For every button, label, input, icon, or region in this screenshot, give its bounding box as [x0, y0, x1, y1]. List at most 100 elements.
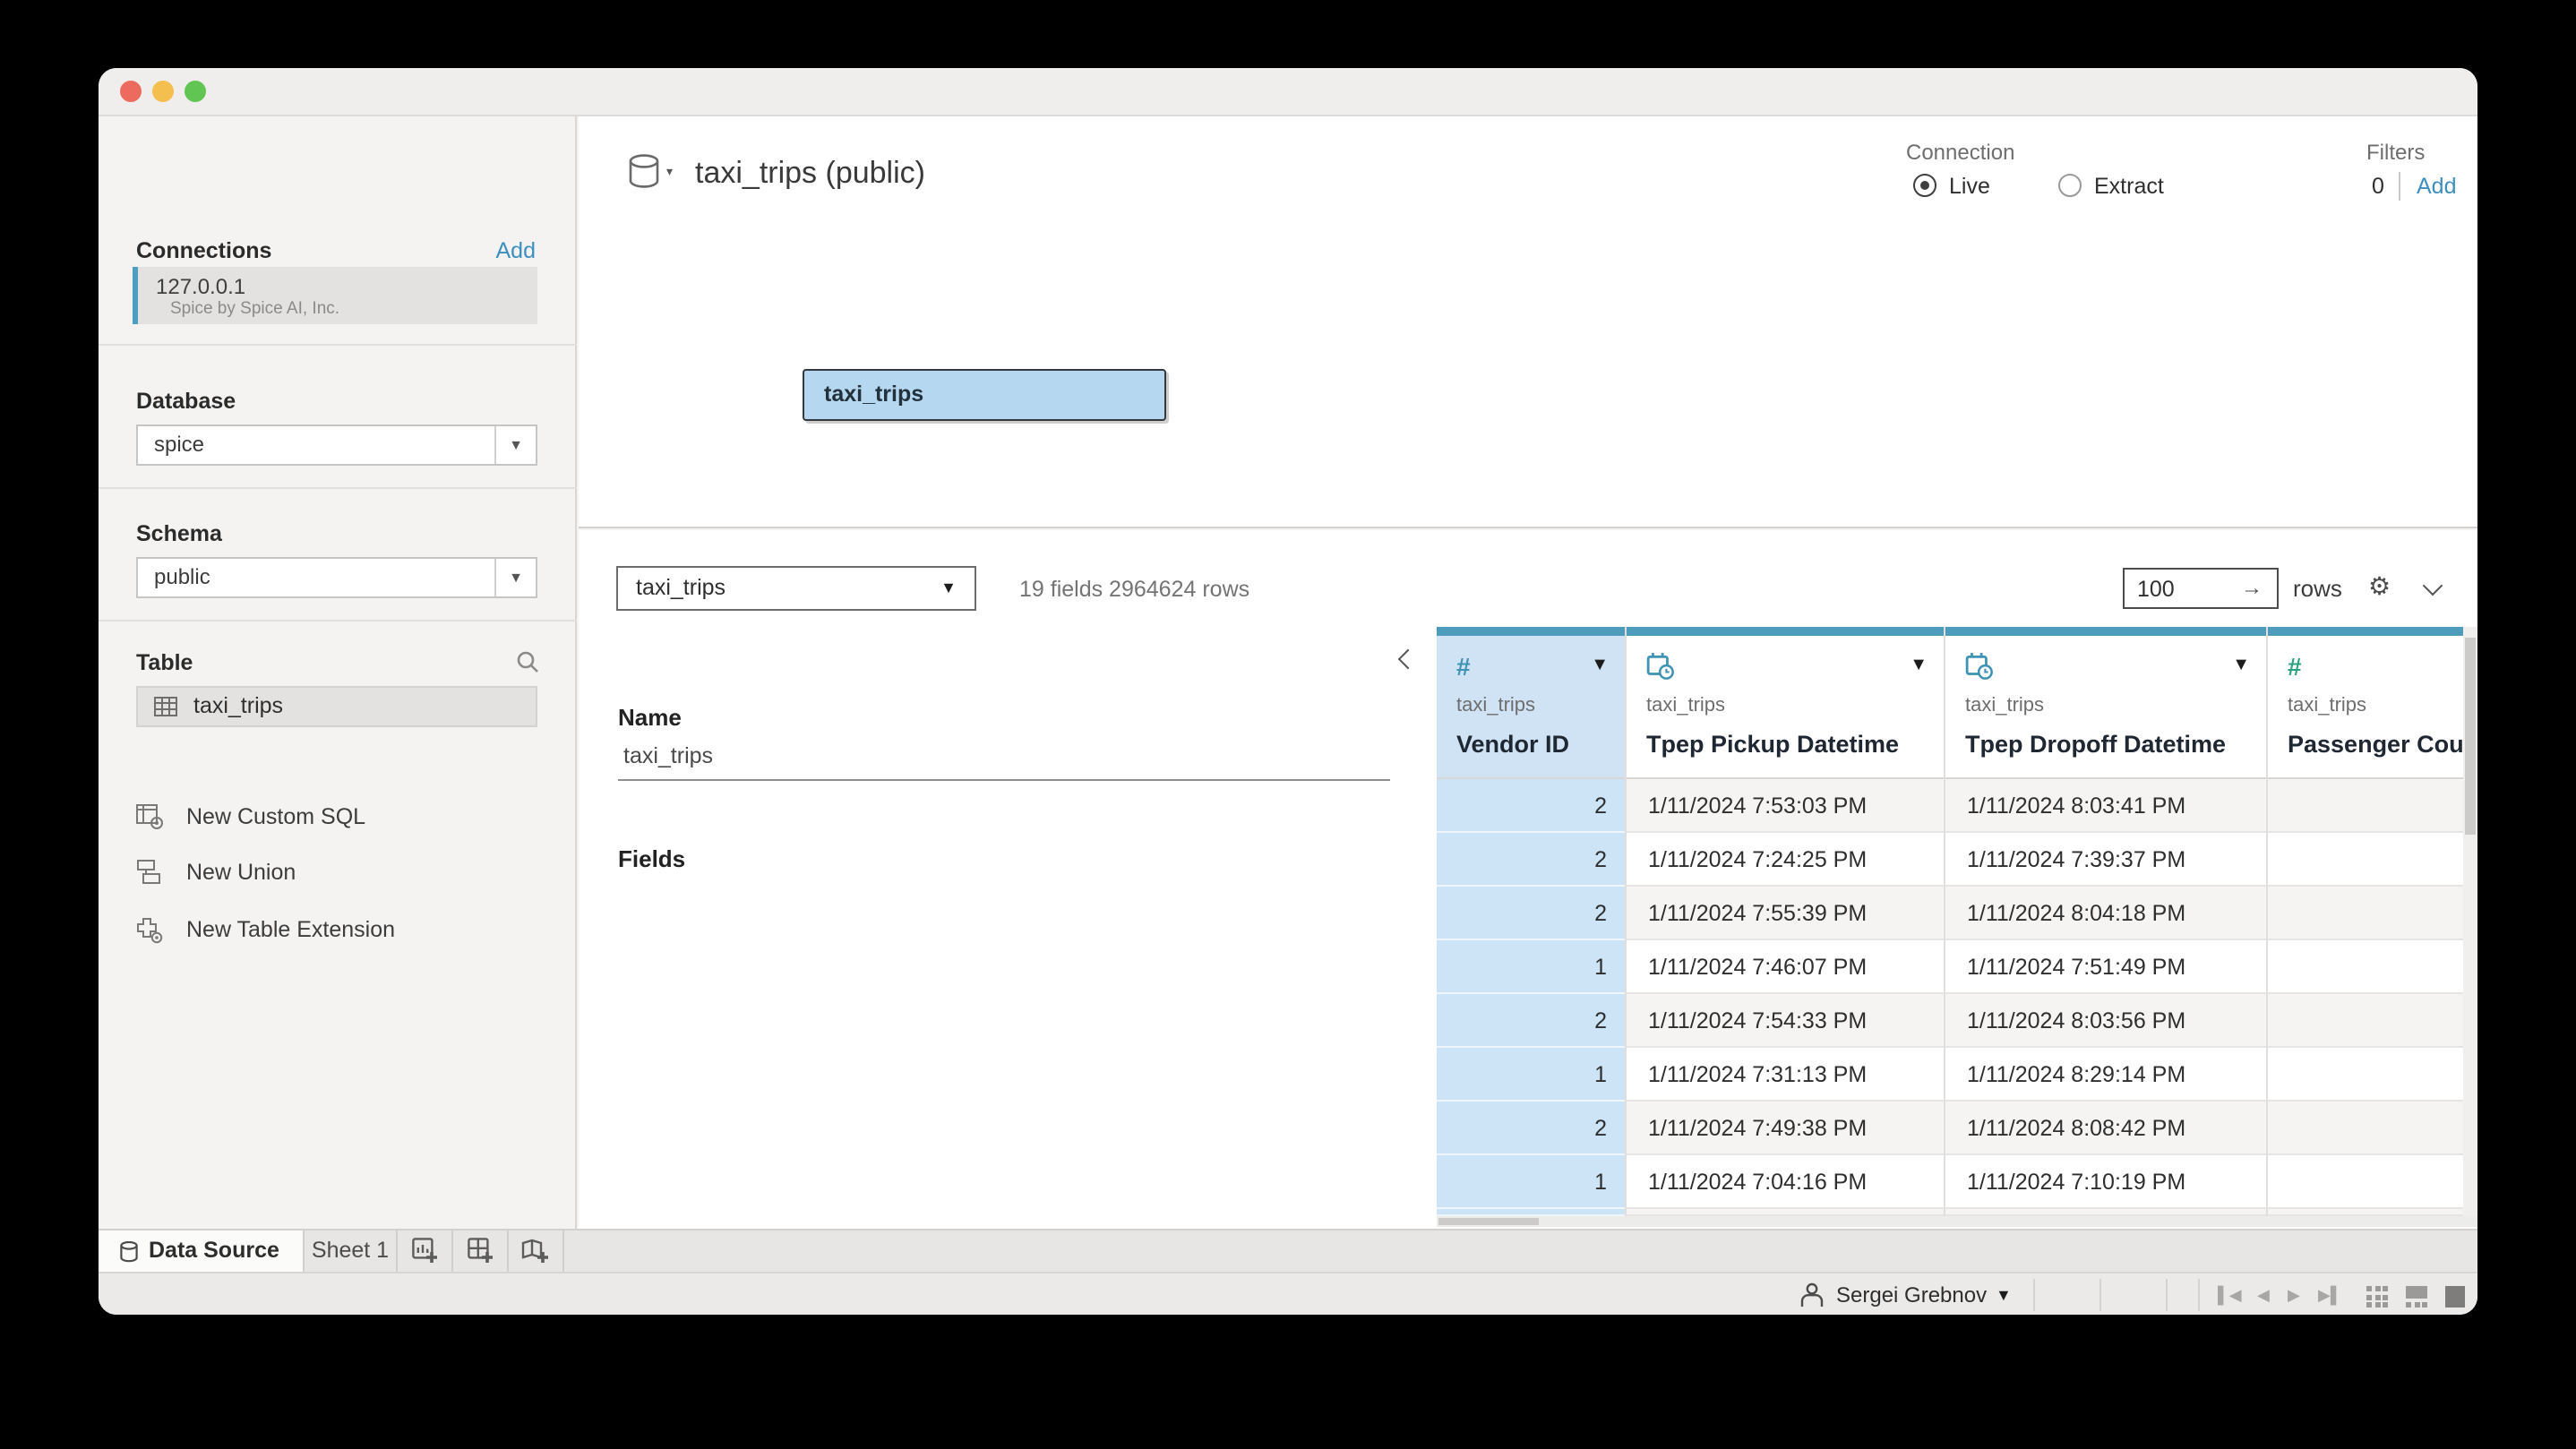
new-worksheet-button[interactable]: [398, 1230, 453, 1273]
grid-cell[interactable]: 1/11/2024 7:04:16 PM: [1627, 1155, 1944, 1209]
column-header[interactable]: ▼ taxi_trips Tpep Pickup Datetime: [1627, 636, 1944, 779]
collapse-preview-chevron-icon[interactable]: [2423, 576, 2443, 596]
collapse-metadata-chevron-icon[interactable]: [1398, 649, 1419, 670]
connection-label: Connection: [1906, 140, 2014, 165]
grid-cell[interactable]: 1: [1437, 1048, 1625, 1102]
column-name: Passenger Count: [2288, 731, 2477, 758]
grid-cell[interactable]: 2: [1437, 833, 1625, 887]
extract-radio[interactable]: [2058, 174, 2082, 197]
grid-cell[interactable]: [2268, 887, 2465, 940]
number-type-icon: #: [1456, 652, 1471, 681]
database-cylinder-icon[interactable]: [629, 154, 659, 188]
live-radio[interactable]: [1913, 174, 1936, 197]
number-type-icon: #: [2288, 652, 2302, 681]
caret-down-icon[interactable]: ▼: [2232, 656, 2250, 675]
grid-cell[interactable]: 2: [1437, 994, 1625, 1048]
grid-cell[interactable]: 1/11/2024 7:24:25 PM: [1627, 833, 1944, 887]
view-single-icon[interactable]: [2445, 1286, 2465, 1308]
caret-down-icon[interactable]: ▼: [1591, 656, 1609, 675]
canvas-table-chip[interactable]: taxi_trips: [803, 369, 1166, 421]
name-value[interactable]: taxi_trips: [623, 743, 713, 768]
column-header[interactable]: ▼ taxi_trips Tpep Dropoff Datetime: [1945, 636, 2266, 779]
filters-count: 0: [2372, 174, 2384, 199]
data-grid-settings-gear-icon[interactable]: ⚙: [2368, 571, 2391, 602]
datetime-type-icon: [1965, 652, 1994, 681]
scrollbar-thumb[interactable]: [2465, 638, 2476, 835]
grid-cell[interactable]: 1/11/2024 7:49:38 PM: [1627, 1102, 1944, 1155]
grid-cell[interactable]: 1/11/2024 8:08:42 PM: [1945, 1102, 2266, 1155]
grid-cell[interactable]: [2268, 1155, 2465, 1209]
grid-column-passenger-count[interactable]: # taxi_trips Passenger Count: [2268, 627, 2465, 1216]
filters-divider: [2399, 172, 2400, 201]
new-dashboard-button[interactable]: [453, 1230, 509, 1273]
grid-column-tpep-dropoff[interactable]: ▼ taxi_trips Tpep Dropoff Datetime 1/11/…: [1945, 627, 2268, 1216]
close-window-button[interactable]: [120, 81, 142, 102]
grid-cell[interactable]: 1/11/2024 7:46:07 PM: [1627, 940, 1944, 994]
scrollbar-thumb[interactable]: [1438, 1218, 1539, 1225]
column-header[interactable]: # taxi_trips Passenger Count: [2268, 636, 2465, 779]
last-page-icon[interactable]: ▶▌: [2318, 1286, 2342, 1306]
column-strip: [1945, 627, 2266, 636]
database-select[interactable]: spice ▼: [136, 424, 537, 466]
grid-cell[interactable]: 2: [1437, 1102, 1625, 1155]
new-table-extension-button[interactable]: New Table Extension: [136, 913, 548, 949]
zoom-window-button[interactable]: [185, 81, 206, 102]
grid-partial-row: [1437, 1209, 1625, 1216]
grid-cell[interactable]: 1/11/2024 7:10:19 PM: [1945, 1155, 2266, 1209]
grid-cell[interactable]: 1/11/2024 7:55:39 PM: [1627, 887, 1944, 940]
tab-data-source[interactable]: Data Source: [99, 1230, 305, 1273]
connection-subtitle: Spice by Spice AI, Inc.: [170, 299, 339, 319]
schema-select[interactable]: public ▼: [136, 557, 537, 598]
grid-cell[interactable]: 1/11/2024 8:29:14 PM: [1945, 1048, 2266, 1102]
grid-cell[interactable]: 1/11/2024 7:54:33 PM: [1627, 994, 1944, 1048]
view-grid-icon[interactable]: [2406, 1286, 2427, 1308]
grid-cell[interactable]: 1: [1437, 1155, 1625, 1209]
preview-table-select[interactable]: taxi_trips ▼: [616, 566, 976, 611]
new-story-button[interactable]: [509, 1230, 564, 1273]
new-custom-sql-button[interactable]: New Custom SQL: [136, 801, 548, 836]
grid-cell[interactable]: [2268, 940, 2465, 994]
table-item-taxi-trips[interactable]: taxi_trips: [136, 686, 537, 727]
table-header: Table: [136, 650, 193, 675]
grid-cell[interactable]: 2: [1437, 887, 1625, 940]
view-tiles-icon[interactable]: [2366, 1286, 2388, 1308]
filters-add-link[interactable]: Add: [2417, 174, 2457, 199]
new-union-button[interactable]: New Union: [136, 856, 548, 892]
caret-down-icon[interactable]: ▾: [666, 165, 673, 179]
add-connection-link[interactable]: Add: [496, 238, 537, 263]
user-menu-caret-icon[interactable]: ▼: [1996, 1286, 2012, 1304]
previous-page-icon[interactable]: ◀: [2257, 1286, 2270, 1306]
caret-down-icon: ▼: [940, 568, 957, 609]
grid-cell[interactable]: [2268, 1048, 2465, 1102]
next-page-icon[interactable]: ▶: [2288, 1286, 2300, 1306]
row-limit-submit-icon[interactable]: →: [2241, 575, 2263, 600]
grid-cell[interactable]: 1/11/2024 7:53:03 PM: [1627, 779, 1944, 833]
first-page-icon[interactable]: ▌◀: [2218, 1286, 2242, 1306]
grid-cell[interactable]: [2268, 1102, 2465, 1155]
search-icon[interactable]: [516, 650, 539, 673]
grid-cell[interactable]: 1/11/2024 8:03:56 PM: [1945, 994, 2266, 1048]
grid-cell[interactable]: 1/11/2024 7:39:37 PM: [1945, 833, 2266, 887]
column-header[interactable]: # ▼ taxi_trips Vendor ID: [1437, 636, 1625, 779]
minimize-window-button[interactable]: [152, 81, 174, 102]
grid-cell[interactable]: 1/11/2024 7:51:49 PM: [1945, 940, 2266, 994]
grid-cell[interactable]: [2268, 833, 2465, 887]
grid-cell[interactable]: 1: [1437, 940, 1625, 994]
status-divider: [2198, 1279, 2200, 1311]
tab-sheet-1[interactable]: Sheet 1: [305, 1230, 398, 1273]
column-strip: [1627, 627, 1944, 636]
grid-cell[interactable]: 2: [1437, 779, 1625, 833]
grid-cell[interactable]: 1/11/2024 8:03:41 PM: [1945, 779, 2266, 833]
connection-item[interactable]: 127.0.0.1 Spice by Spice AI, Inc.: [133, 267, 537, 324]
grid-column-vendor-id[interactable]: # ▼ taxi_trips Vendor ID 2 2 2 1 2 1 2 1: [1437, 627, 1627, 1216]
grid-cell[interactable]: 1/11/2024 7:31:13 PM: [1627, 1048, 1944, 1102]
grid-cell[interactable]: [2268, 779, 2465, 833]
caret-down-icon[interactable]: ▼: [1910, 656, 1928, 675]
connections-header: Connections: [136, 238, 271, 263]
grid-cell[interactable]: [2268, 994, 2465, 1048]
name-label: Name: [618, 704, 682, 731]
grid-column-tpep-pickup[interactable]: ▼ taxi_trips Tpep Pickup Datetime 1/11/2…: [1627, 627, 1945, 1216]
grid-hscrollbar[interactable]: [1437, 1216, 2477, 1227]
grid-cell[interactable]: 1/11/2024 8:04:18 PM: [1945, 887, 2266, 940]
grid-vscrollbar[interactable]: [2463, 627, 2477, 1216]
